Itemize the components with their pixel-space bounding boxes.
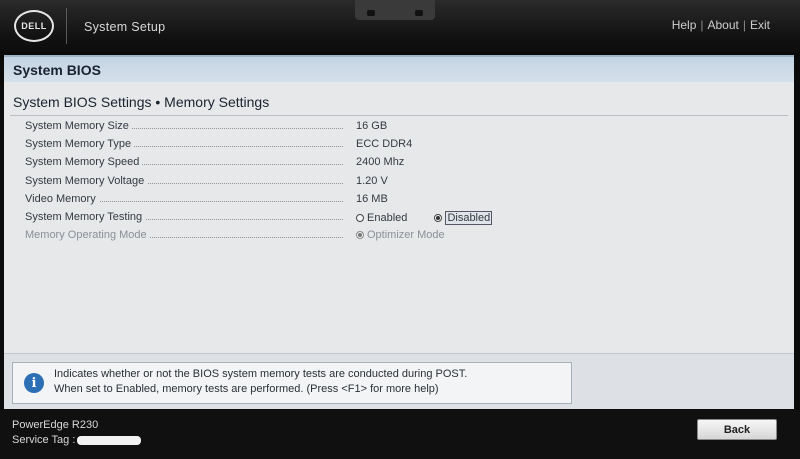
help-link[interactable]: Help <box>672 18 697 32</box>
top-bar: DELL System Setup Help | About | Exit <box>0 0 800 52</box>
setting-label: Video Memory <box>25 192 99 205</box>
setting-label: System Memory Speed <box>25 156 143 169</box>
notch-dot <box>367 10 375 16</box>
notch-dot <box>415 10 423 16</box>
setting-label: System Memory Size <box>25 120 132 132</box>
setting-label: Memory Operating Mode <box>25 229 150 242</box>
info-icon: i <box>24 373 44 393</box>
setting-label: System Memory Voltage <box>25 174 148 187</box>
link-separator: | <box>700 18 704 32</box>
setting-value: ECC DDR4 <box>356 138 413 151</box>
radio-enabled[interactable]: Enabled <box>356 212 407 224</box>
app-title: System Setup <box>84 20 166 34</box>
radio-optimizer-mode: Optimizer Mode <box>356 229 445 241</box>
help-text: Indicates whether or not the BIOS system… <box>54 367 467 397</box>
setting-row-memory-speed: System Memory Speed 2400 Mhz <box>25 153 785 171</box>
about-link[interactable]: About <box>708 18 739 32</box>
radio-selected-icon <box>356 231 364 240</box>
setting-value: 1.20 V <box>356 174 388 187</box>
dell-logo: DELL <box>14 10 54 42</box>
radio-selected-icon <box>434 213 443 222</box>
help-box: i Indicates whether or not the BIOS syst… <box>12 362 572 404</box>
link-separator: | <box>742 18 746 32</box>
page-title: System BIOS Settings • Memory Settings <box>13 94 270 110</box>
exit-link[interactable]: Exit <box>750 18 770 32</box>
setting-row-video-memory: Video Memory 16 MB <box>25 190 785 208</box>
operating-mode-options: Optimizer Mode <box>356 229 445 242</box>
setting-row-memory-type: System Memory Type ECC DDR4 <box>25 135 785 153</box>
radio-circle-icon <box>356 213 364 222</box>
help-area: i Indicates whether or not the BIOS syst… <box>4 353 794 409</box>
back-button[interactable]: Back <box>697 419 777 440</box>
radio-disabled[interactable]: Disabled <box>434 210 493 225</box>
setting-label: System Memory Testing <box>25 210 146 223</box>
top-links: Help | About | Exit <box>672 18 770 32</box>
setting-row-memory-voltage: System Memory Voltage 1.20 V <box>25 172 785 190</box>
setting-row-memory-size: System Memory Size 16 GB <box>25 117 785 135</box>
setting-label: System Memory Type <box>25 138 135 151</box>
setting-value: 16 GB <box>356 120 388 132</box>
setting-value: 2400 Mhz <box>356 156 405 169</box>
camera-notch <box>355 0 435 20</box>
radio-label: Enabled <box>367 211 408 224</box>
redacted-service-tag <box>77 435 142 445</box>
top-divider <box>66 8 67 44</box>
setting-row-memory-testing: System Memory Testing Enabled Disabled <box>25 208 785 226</box>
memory-testing-options: Enabled Disabled <box>356 210 493 225</box>
footer-bar: PowerEdge R230 Service Tag : Back <box>0 410 800 459</box>
section-header: System BIOS <box>4 55 794 82</box>
radio-label: Disabled <box>445 210 493 225</box>
model-name: PowerEdge R230 <box>12 419 99 431</box>
title-divider <box>10 115 788 116</box>
settings-list: System Memory Size 16 GB System Memory T… <box>25 117 785 244</box>
help-line: Indicates whether or not the BIOS system… <box>54 368 468 380</box>
setting-value: 16 MB <box>356 192 388 205</box>
service-tag: Service Tag : <box>12 434 142 446</box>
service-tag-label: Service Tag : <box>12 434 76 446</box>
setting-row-memory-operating-mode: Memory Operating Mode Optimizer Mode <box>25 226 785 244</box>
help-line: When set to Enabled, memory tests are pe… <box>54 383 439 395</box>
section-header-label: System BIOS <box>13 62 101 78</box>
radio-label: Optimizer Mode <box>367 229 445 242</box>
bios-screen: DELL System Setup Help | About | Exit Sy… <box>0 0 800 459</box>
